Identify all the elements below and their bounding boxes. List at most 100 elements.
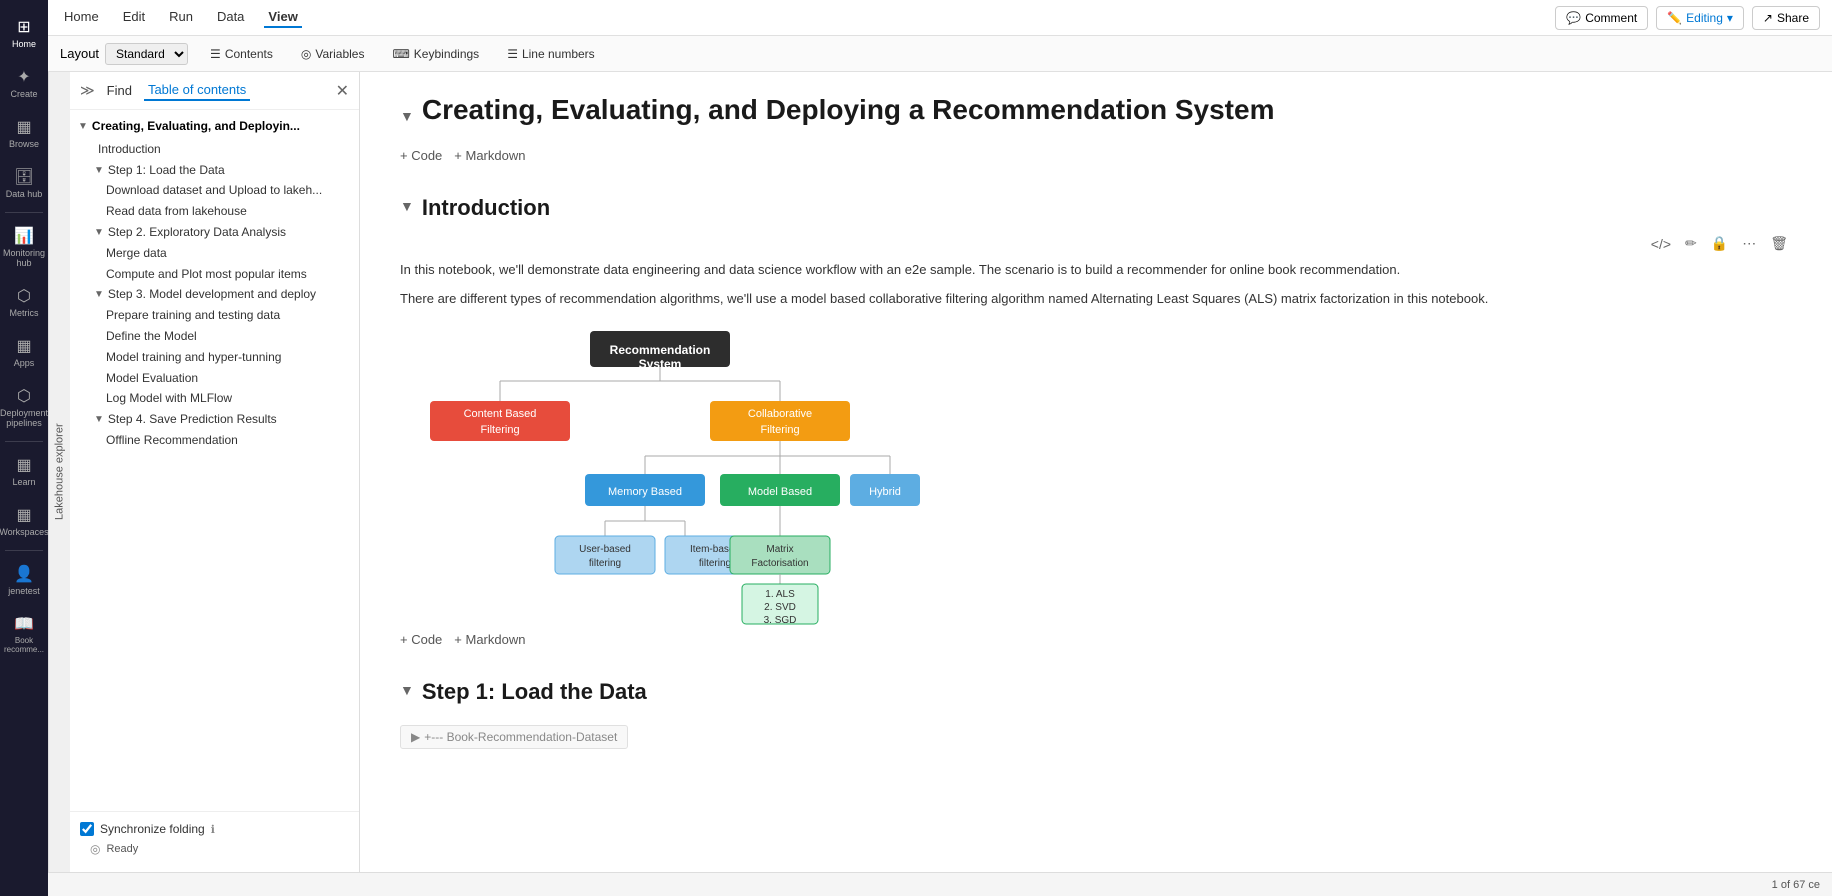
step1-collapse-button[interactable]: ▼ xyxy=(400,682,414,698)
sync-folding-label: Synchronize folding xyxy=(100,822,205,836)
body-area: Lakehouse explorer ≫ Find Table of conte… xyxy=(48,72,1832,872)
nav-data[interactable]: Data xyxy=(213,7,248,28)
diagram-modelbased-label: Model Based xyxy=(748,486,812,498)
line-numbers-button[interactable]: ☰ Line numbers xyxy=(501,44,600,64)
sync-folding-control: Synchronize folding ℹ xyxy=(80,822,349,836)
list-item[interactable]: Introduction xyxy=(78,139,351,160)
step1-title: Step 1: Load the Data xyxy=(422,679,647,705)
toc-collapse-icon: ▼ xyxy=(78,120,88,134)
list-item[interactable]: Merge data xyxy=(78,243,351,264)
contents-button[interactable]: ☰ Contents xyxy=(204,44,279,64)
more-options-icon[interactable]: ⋯ xyxy=(1738,233,1760,254)
diagram-als-label2: 2. SVD xyxy=(764,602,796,613)
nav-run[interactable]: Run xyxy=(165,7,197,28)
add-code-button-2[interactable]: + Code xyxy=(400,632,442,647)
home-icon: ⊞ xyxy=(17,17,30,37)
add-markdown-button-2[interactable]: + Markdown xyxy=(454,632,525,647)
list-item[interactable]: Offline Recommendation xyxy=(78,430,351,451)
workspaces-icon: ▦ xyxy=(16,505,31,525)
list-item[interactable]: Model Evaluation xyxy=(78,368,351,389)
sidebar-expand-button[interactable]: ≫ xyxy=(80,82,95,99)
toc-collapse-s3-icon: ▼ xyxy=(94,288,104,302)
editing-button[interactable]: ✏️ Editing ▾ xyxy=(1656,6,1744,30)
diagram-als-label1: 1. ALS xyxy=(765,589,795,600)
deployment-icon: ⬡ xyxy=(17,386,31,406)
diagram-als-label3: 3. SGD xyxy=(764,615,797,626)
notebook-content: ▼ Creating, Evaluating, and Deploying a … xyxy=(360,72,1832,872)
monitoring-icon: 📊 xyxy=(14,226,34,246)
book-icon: 📖 xyxy=(14,614,34,634)
diagram-memory-label: Memory Based xyxy=(608,486,682,498)
sidebar-close-button[interactable]: ✕ xyxy=(336,81,349,101)
title-collapse-button[interactable]: ▼ xyxy=(400,108,414,124)
add-code-button-1[interactable]: + Code xyxy=(400,148,442,163)
sidebar-item-apps[interactable]: ▦ Apps xyxy=(0,328,48,376)
top-nav: Home Edit Run Data View xyxy=(60,7,302,28)
list-item[interactable]: Prepare training and testing data xyxy=(78,305,351,326)
delete-icon[interactable]: 🗑 xyxy=(1766,233,1792,254)
left-navigation: ⊞ Home ✦ Create ▦ Browse 🗄 Data hub 📊 Mo… xyxy=(0,0,48,896)
apps-icon: ▦ xyxy=(16,336,31,356)
toc-tab[interactable]: Table of contents xyxy=(144,80,250,101)
sidebar-item-metrics[interactable]: ⬡ Metrics xyxy=(0,278,48,326)
add-cell-bar-2: + Code + Markdown xyxy=(400,632,1792,647)
diagram-content-label2: Filtering xyxy=(480,424,519,436)
lock-icon[interactable]: 🔒 xyxy=(1707,233,1732,254)
status-bar: ◎ Ready xyxy=(80,836,349,862)
diagram-userbased-label1: User-based xyxy=(579,544,631,555)
list-item[interactable]: Log Model with MLFlow xyxy=(78,388,351,409)
edit-icon[interactable]: ✏ xyxy=(1681,233,1701,254)
comment-button[interactable]: 💬 Comment xyxy=(1555,6,1648,30)
list-item[interactable]: ▼ Step 1: Load the Data xyxy=(78,160,351,181)
step1-section-row: ▼ Step 1: Load the Data xyxy=(400,663,1792,717)
nav-separator-3 xyxy=(5,550,43,551)
nav-edit[interactable]: Edit xyxy=(119,7,149,28)
sidebar-item-deployment[interactable]: ⬡ Deployment pipelines xyxy=(0,378,48,436)
toc-content: ▼ Creating, Evaluating, and Deployin... … xyxy=(70,110,359,811)
list-item[interactable]: ▼ Step 4. Save Prediction Results xyxy=(78,409,351,430)
sidebar-item-user[interactable]: 👤 jenetest xyxy=(0,556,48,604)
layout-dropdown[interactable]: Standard Wide xyxy=(105,43,188,65)
list-item[interactable]: Define the Model xyxy=(78,326,351,347)
variables-button[interactable]: ◎ Variables xyxy=(295,44,371,64)
nav-view[interactable]: View xyxy=(264,7,301,28)
intro-text-1: In this notebook, we'll demonstrate data… xyxy=(400,260,1792,281)
toc-root-item[interactable]: ▼ Creating, Evaluating, and Deployin... xyxy=(78,116,351,139)
variables-icon: ◎ xyxy=(301,47,311,61)
list-item[interactable]: Read data from lakehouse xyxy=(78,201,351,222)
bottom-bar: 1 of 67 ce xyxy=(48,872,1832,896)
layout-label: Layout xyxy=(60,46,99,61)
code-view-icon[interactable]: </> xyxy=(1647,234,1675,254)
share-icon: ↗ xyxy=(1763,11,1773,25)
diagram-svg: Recommendation System Content Based Filt… xyxy=(400,326,920,616)
code-hint-icon: ▶ xyxy=(411,730,420,744)
sidebar-item-monitoring[interactable]: 📊 Monitoring hub xyxy=(0,218,48,276)
sidebar-item-datahub[interactable]: 🗄 Data hub xyxy=(0,159,48,207)
share-button[interactable]: ↗ Share xyxy=(1752,6,1820,30)
sidebar-item-learn[interactable]: ▦ Learn xyxy=(0,447,48,495)
sidebar-item-create[interactable]: ✦ Create xyxy=(0,59,48,107)
nav-home[interactable]: Home xyxy=(60,7,103,28)
diagram-itembased-label2: filtering xyxy=(699,558,731,569)
sidebar-item-workspaces[interactable]: ▦ Workspaces xyxy=(0,497,48,545)
diagram-matrix-label1: Matrix xyxy=(766,544,793,555)
lakehouse-explorer-tab[interactable]: Lakehouse explorer xyxy=(48,72,70,872)
list-item[interactable]: Compute and Plot most popular items xyxy=(78,264,351,285)
sidebar-item-browse[interactable]: ▦ Browse xyxy=(0,109,48,157)
keybindings-button[interactable]: ⌨ Keybindings xyxy=(386,44,485,64)
sync-folding-checkbox[interactable] xyxy=(80,822,94,836)
layout-selector: Layout Standard Wide xyxy=(60,43,188,65)
find-tab[interactable]: Find xyxy=(103,81,136,100)
list-item[interactable]: ▼ Step 3. Model development and deploy xyxy=(78,284,351,305)
sidebar-item-home[interactable]: ⊞ Home xyxy=(0,9,48,57)
list-item[interactable]: Download dataset and Upload to lakeh... xyxy=(78,180,351,201)
add-markdown-button-1[interactable]: + Markdown xyxy=(454,148,525,163)
diagram-root-label: Recommendation xyxy=(610,343,711,357)
toc-collapse-sub-icon: ▼ xyxy=(94,164,104,178)
info-icon[interactable]: ℹ xyxy=(211,823,215,836)
sidebar-item-book[interactable]: 📖 Book recomme... xyxy=(0,606,48,662)
list-item[interactable]: Model training and hyper-tunning xyxy=(78,347,351,368)
list-item[interactable]: ▼ Step 2. Exploratory Data Analysis xyxy=(78,222,351,243)
cell-actions: </> ✏ 🔒 ⋯ 🗑 xyxy=(400,233,1792,254)
intro-collapse-button[interactable]: ▼ xyxy=(400,198,414,214)
